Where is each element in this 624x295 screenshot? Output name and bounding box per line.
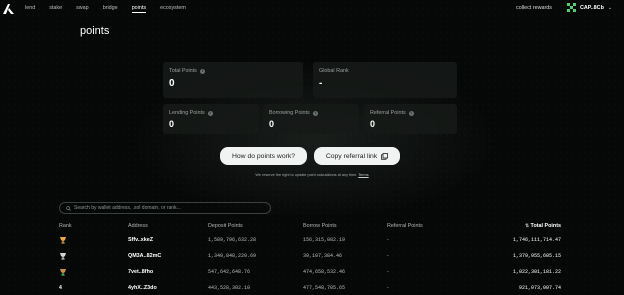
nav-link-bridge[interactable]: bridge (103, 5, 118, 13)
column-header-address[interactable]: Address (128, 220, 208, 232)
column-header-total-label: Total Points (530, 223, 561, 229)
app-logo[interactable] (3, 4, 14, 14)
nav-links: lend stake swap bridge points ecosystem (25, 5, 200, 13)
deposit-cell: 1,340,848,220.69 (208, 253, 257, 259)
borrowing-points-label: Borrowing Points (269, 110, 310, 116)
column-header-borrow[interactable]: Borrow Points (303, 220, 387, 232)
rank-cell (59, 264, 128, 280)
table-row[interactable]: Sffv..xkeZ 1,589,796,632.28 156,315,082.… (59, 232, 561, 248)
lending-points-label: Lending Points (169, 110, 205, 116)
global-rank-card: Global Rank - (313, 62, 457, 98)
address-cell[interactable]: QM3A..82mC (128, 248, 208, 264)
global-rank-value: - (319, 78, 323, 89)
referral-cell: - (387, 285, 389, 291)
leaderboard-search (59, 202, 271, 214)
top-nav: lend stake swap bridge points ecosystem … (0, 0, 624, 18)
how-points-work-label: How do points work? (231, 152, 296, 160)
address-cell[interactable]: 4yhX..Z3do (128, 280, 208, 295)
nav-link-ecosystem[interactable]: ecosystem (160, 5, 186, 13)
referral-cell: - (387, 237, 389, 243)
borrow-cell: 39,107,384.46 (303, 253, 343, 259)
borrowing-points-value: 0 (269, 119, 275, 129)
referral-points-value: 0 (370, 119, 376, 129)
wallet-avatar-icon (567, 3, 576, 12)
nav-link-lend[interactable]: lend (25, 5, 35, 13)
nav-link-swap[interactable]: swap (76, 5, 89, 13)
how-points-work-button[interactable]: How do points work? (220, 147, 307, 165)
wallet-address: CAP..8Cb (580, 4, 604, 11)
page-title: points (80, 25, 110, 37)
total-points-value: 0 (169, 78, 175, 89)
table-header-row: Rank Address Deposit Points Borrow Point… (59, 220, 561, 232)
total-cell: 1,746,111,714.47 (512, 237, 561, 243)
borrowing-points-card: Borrowing Points i 0 (263, 104, 359, 134)
search-icon (66, 205, 71, 211)
gold-trophy-icon (60, 237, 66, 244)
table-row[interactable]: 4 4yhX..Z3do 443,528,302.10 477,548,705.… (59, 280, 561, 295)
total-cell: 1,379,955,605.15 (512, 253, 561, 259)
table-row[interactable]: QM3A..82mC 1,340,848,220.69 39,107,384.4… (59, 248, 561, 264)
referral-points-card: Referral Points i 0 (364, 104, 457, 134)
info-icon[interactable]: i (199, 68, 205, 74)
column-header-deposit[interactable]: Deposit Points (208, 220, 303, 232)
collect-rewards-link[interactable]: collect rewards (516, 5, 552, 11)
total-points-label: Total Points (169, 68, 197, 74)
global-rank-label: Global Rank (319, 68, 349, 74)
total-cell: 921,073,007.74 (518, 285, 561, 291)
total-cell: 1,022,301,181.22 (512, 269, 561, 275)
deposit-cell: 547,642,648.76 (208, 269, 251, 275)
rank-cell (59, 232, 128, 248)
copy-referral-link-button[interactable]: Copy referral link (314, 147, 400, 165)
disclaimer-text: We reserve the right to update point cal… (255, 173, 358, 177)
referral-points-label: Referral Points (370, 110, 406, 116)
rank-cell (59, 248, 128, 264)
address-cell[interactable]: Sffv..xkeZ (128, 232, 208, 248)
total-points-card: Total Points i 0 (163, 62, 303, 98)
info-icon[interactable]: i (207, 110, 213, 116)
terms-link[interactable]: Terms (358, 173, 368, 177)
referral-cell: - (387, 253, 389, 259)
copy-referral-link-label: Copy referral link (325, 152, 378, 160)
chevron-down-icon: ⌄ (607, 4, 613, 11)
lending-points-value: 0 (169, 119, 175, 129)
silver-trophy-icon (60, 253, 66, 260)
rank-cell: 4 (59, 285, 62, 291)
deposit-cell: 443,528,302.10 (208, 285, 251, 291)
lending-points-card: Lending Points i 0 (163, 104, 259, 134)
column-header-referral[interactable]: Referral Points (387, 220, 465, 232)
column-header-total[interactable]: ⇅ Total Points (465, 220, 561, 232)
info-icon[interactable]: i (312, 110, 318, 116)
leaderboard-table: Rank Address Deposit Points Borrow Point… (59, 220, 561, 295)
nav-link-points[interactable]: points (131, 5, 147, 13)
borrow-cell: 477,548,705.65 (303, 285, 346, 291)
referral-cell: - (387, 269, 389, 275)
copy-icon (381, 152, 389, 160)
column-header-rank[interactable]: Rank (59, 220, 128, 232)
info-icon[interactable]: i (408, 110, 414, 116)
address-cell[interactable]: 7vet..8fho (128, 264, 208, 280)
wallet-button[interactable]: CAP..8Cb ⌄ (567, 3, 612, 12)
borrow-cell: 156,315,082.19 (303, 237, 346, 243)
borrow-cell: 474,658,532.46 (303, 269, 346, 275)
search-input[interactable] (74, 205, 264, 211)
table-row[interactable]: 7vet..8fho 547,642,648.76 474,658,532.46… (59, 264, 561, 280)
disclaimer: We reserve the right to update point cal… (0, 173, 624, 177)
bronze-trophy-icon (60, 269, 66, 276)
deposit-cell: 1,589,796,632.28 (208, 237, 257, 243)
nav-link-stake[interactable]: stake (49, 5, 62, 13)
